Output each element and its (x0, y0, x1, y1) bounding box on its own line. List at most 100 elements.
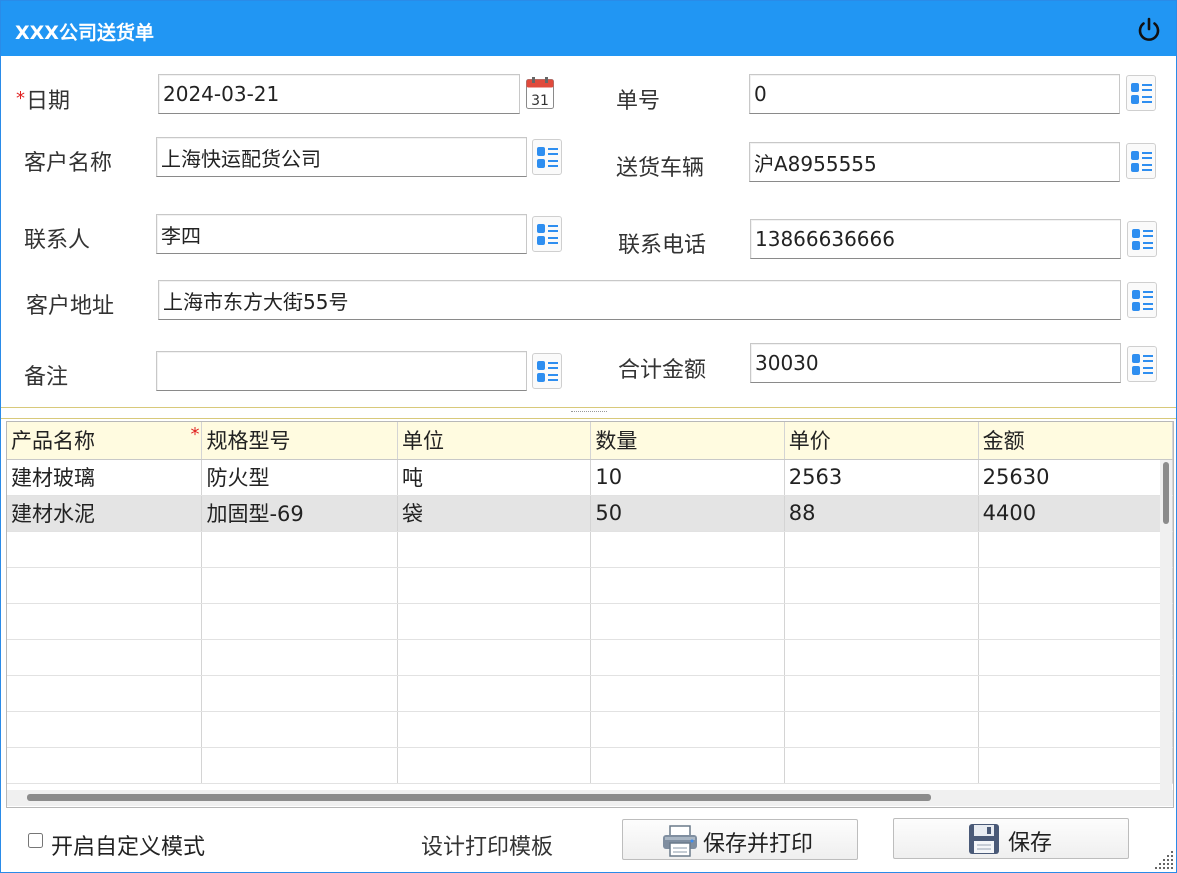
remark-picker-button[interactable] (532, 353, 562, 389)
column-header-price[interactable]: 单价 (784, 422, 979, 460)
vertical-scroll-thumb[interactable] (1163, 462, 1169, 524)
contact-input[interactable] (156, 214, 527, 254)
table-cell[interactable] (201, 675, 398, 712)
vertical-scrollbar[interactable] (1160, 460, 1172, 790)
table-cell[interactable] (590, 603, 785, 640)
table-cell[interactable] (397, 603, 592, 640)
table-cell[interactable] (397, 675, 592, 712)
table-cell[interactable] (978, 603, 1173, 640)
table-cell[interactable] (397, 747, 592, 784)
table-cell[interactable] (397, 567, 592, 604)
table-cell[interactable] (978, 675, 1173, 712)
column-header-quantity[interactable]: 数量 (590, 422, 785, 460)
table-cell[interactable] (784, 567, 979, 604)
table-row-empty[interactable] (7, 711, 1173, 748)
panel-splitter[interactable] (1, 407, 1176, 419)
column-header-product[interactable]: 产品名称 * (7, 422, 203, 460)
table-row-empty[interactable] (7, 531, 1173, 568)
table-cell[interactable]: 建材玻璃 (7, 459, 203, 496)
table-row-empty[interactable] (7, 675, 1173, 712)
table-cell[interactable] (201, 603, 398, 640)
table-cell[interactable] (590, 567, 785, 604)
table-row-empty[interactable] (7, 603, 1173, 640)
table-cell[interactable] (7, 675, 203, 712)
table-cell[interactable] (784, 747, 979, 784)
total-input[interactable] (750, 343, 1121, 383)
table-cell[interactable] (201, 639, 398, 676)
column-header-spec[interactable]: 规格型号 (201, 422, 398, 460)
table-cell[interactable] (784, 639, 979, 676)
custom-mode-checkbox[interactable] (28, 833, 43, 848)
design-print-template-link[interactable]: 设计打印模板 (421, 829, 553, 861)
table-cell[interactable] (590, 675, 785, 712)
table-cell[interactable] (978, 747, 1173, 784)
table-cell[interactable]: 袋 (397, 495, 592, 532)
table-cell[interactable] (7, 531, 203, 568)
table-cell[interactable] (978, 639, 1173, 676)
customer-name-picker-button[interactable] (532, 139, 562, 175)
horizontal-scrollbar[interactable] (7, 790, 1173, 806)
table-row-empty[interactable] (7, 747, 1173, 784)
table-cell[interactable] (978, 567, 1173, 604)
table-cell[interactable]: 2563 (784, 459, 979, 496)
total-picker-button[interactable] (1127, 346, 1157, 382)
table-cell[interactable] (784, 675, 979, 712)
phone-picker-button[interactable] (1127, 221, 1157, 257)
table-cell[interactable] (7, 711, 203, 748)
table-cell[interactable]: 防火型 (201, 459, 398, 496)
vehicle-input[interactable] (749, 142, 1120, 182)
remark-input[interactable] (156, 351, 527, 391)
table-cell[interactable] (397, 711, 592, 748)
address-picker-button[interactable] (1127, 282, 1157, 318)
table-row-empty[interactable] (7, 567, 1173, 604)
column-header-amount[interactable]: 金额 (978, 422, 1173, 460)
vehicle-picker-button[interactable] (1126, 143, 1156, 179)
table-row-empty[interactable] (7, 639, 1173, 676)
table-cell[interactable] (590, 711, 785, 748)
table-cell[interactable]: 10 (590, 459, 785, 496)
table-cell[interactable] (201, 531, 398, 568)
date-input[interactable] (158, 74, 520, 114)
table-cell[interactable] (784, 603, 979, 640)
table-cell[interactable] (784, 711, 979, 748)
contact-picker-button[interactable] (532, 216, 562, 252)
table-cell[interactable] (7, 639, 203, 676)
table-cell[interactable] (397, 531, 592, 568)
table-cell[interactable] (7, 567, 203, 604)
table-cell[interactable] (784, 531, 979, 568)
splitter-grip[interactable] (571, 411, 607, 415)
table-cell[interactable]: 建材水泥 (7, 495, 203, 532)
table-cell[interactable] (978, 711, 1173, 748)
table-cell[interactable]: 88 (784, 495, 979, 532)
table-cell[interactable] (978, 531, 1173, 568)
table-cell[interactable]: 加固型-69 (201, 495, 398, 532)
table-cell[interactable] (201, 567, 398, 604)
table-cell[interactable]: 25630 (978, 459, 1173, 496)
table-cell[interactable]: 吨 (397, 459, 592, 496)
horizontal-scroll-thumb[interactable] (27, 794, 931, 801)
resize-grip-icon[interactable] (1151, 847, 1175, 871)
table-cell[interactable] (201, 711, 398, 748)
power-icon[interactable] (1134, 15, 1164, 45)
table-cell[interactable] (590, 747, 785, 784)
table-cell[interactable] (7, 603, 203, 640)
table-cell[interactable] (590, 639, 785, 676)
custom-mode-label[interactable]: 开启自定义模式 (51, 829, 205, 861)
column-header-unit[interactable]: 单位 (397, 422, 592, 460)
save-button[interactable]: 保存 (893, 818, 1129, 859)
table-cell[interactable] (397, 639, 592, 676)
phone-input[interactable] (750, 219, 1121, 259)
table-cell[interactable] (201, 747, 398, 784)
order-no-input[interactable] (749, 74, 1120, 114)
address-input[interactable] (158, 280, 1121, 320)
table-cell[interactable] (7, 747, 203, 784)
table-cell[interactable] (590, 531, 785, 568)
calendar-icon[interactable]: 31 (525, 76, 555, 112)
customer-name-input[interactable] (156, 137, 527, 177)
order-no-picker-button[interactable] (1126, 75, 1156, 111)
table-cell[interactable]: 50 (590, 495, 785, 532)
table-cell[interactable]: 4400 (978, 495, 1173, 532)
table-row-selected[interactable]: 建材水泥 加固型-69 袋 50 88 4400 (7, 495, 1173, 532)
table-row[interactable]: 建材玻璃 防火型 吨 10 2563 25630 (7, 459, 1173, 496)
save-and-print-button[interactable]: 保存并打印 (622, 819, 858, 860)
